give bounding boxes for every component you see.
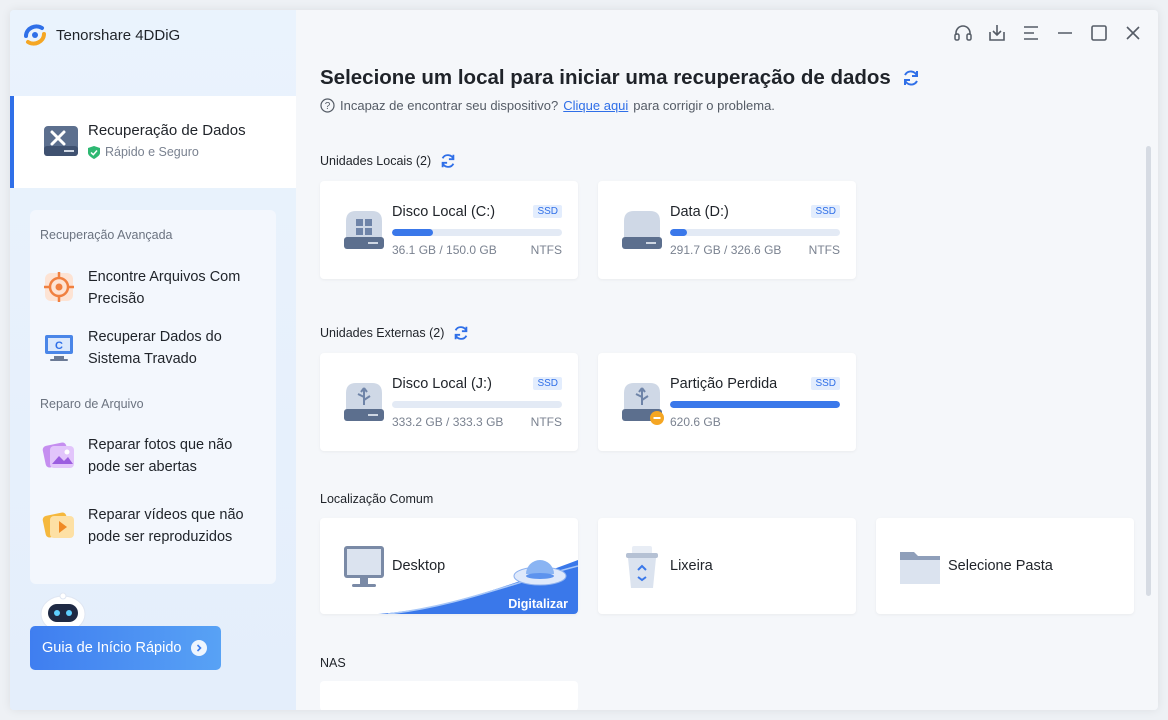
quick-start-guide-button[interactable]: Guia de Início Rápido	[30, 626, 221, 670]
drive-fs: NTFS	[530, 415, 562, 429]
drive-card-j[interactable]: Disco Local (J:) SSD 333.2 GB / 333.3 GB…	[320, 353, 578, 451]
repair-videos-label: Reparar vídeos que não pode ser reproduz…	[88, 507, 244, 545]
drive-size: 333.2 GB / 333.3 GB	[392, 415, 504, 429]
local-drives-title-text: Unidades Locais (2)	[320, 154, 432, 168]
folder-icon	[900, 552, 940, 584]
external-drives-title-text: Unidades Externas (2)	[320, 326, 445, 340]
refresh-local-icon[interactable]	[439, 152, 457, 170]
location-name: Lixeira	[670, 558, 713, 574]
sidebar-item-data-recovery[interactable]: Recuperação de Dados Rápido e Seguro	[10, 96, 296, 188]
advanced-section-title: Recuperação Avançada	[40, 228, 173, 242]
lost-partition-icon	[622, 383, 664, 425]
menu-icon[interactable]	[1020, 22, 1042, 44]
arrow-right-icon	[191, 640, 208, 656]
local-drives-title: Unidades Locais (2)	[320, 152, 457, 170]
ufo-scan-icon	[513, 560, 567, 586]
sidebar-item-repair-photos[interactable]: Reparar fotos que não pode ser abertas	[42, 430, 272, 480]
usage-bar	[392, 401, 562, 408]
maximize-icon[interactable]	[1088, 22, 1110, 44]
sidebar: Tenorshare 4DDiG Recuperação de Dados Rá…	[10, 10, 296, 710]
app-logo-icon	[24, 24, 46, 46]
nav-active-sub-text: Rápido e Seguro	[105, 145, 199, 159]
nav-active-label: Recuperação de Dados	[88, 122, 246, 139]
shield-check-icon	[88, 145, 100, 159]
windows-drive-icon	[344, 211, 384, 249]
ssd-badge: SSD	[533, 205, 562, 218]
drive-card-d[interactable]: Data (D:) SSD 291.7 GB / 326.6 GB NTFS	[598, 181, 856, 279]
recycle-bin-icon	[626, 546, 658, 588]
sidebar-item-crashed-system[interactable]: C Recuperar Dados do Sistema Travado	[42, 322, 272, 372]
drive-size: 36.1 GB / 150.0 GB	[392, 243, 497, 257]
page-title: Selecione um local para iniciar uma recu…	[320, 66, 921, 90]
ssd-badge: SSD	[533, 377, 562, 390]
refresh-external-icon[interactable]	[452, 324, 470, 342]
usb-drive-icon	[344, 383, 384, 421]
usage-bar	[670, 229, 840, 236]
support-headset-icon[interactable]	[952, 22, 974, 44]
help-prefix: Incapaz de encontrar seu dispositivo?	[340, 98, 559, 113]
drive-fs: NTFS	[530, 243, 562, 257]
drive-fs: NTFS	[808, 243, 840, 257]
question-icon: ?	[320, 98, 335, 113]
help-suffix: para corrigir o problema.	[633, 98, 775, 113]
recovery-tools-icon	[44, 126, 78, 156]
svg-text:?: ?	[325, 101, 331, 112]
page-title-text: Selecione um local para iniciar uma recu…	[320, 66, 891, 89]
drive-name: Disco Local (C:)	[392, 204, 496, 220]
external-drives-title: Unidades Externas (2)	[320, 324, 470, 342]
crashed-system-label: Recuperar Dados do Sistema Travado	[88, 329, 222, 367]
ssd-badge: SSD	[811, 205, 840, 218]
scan-label[interactable]: Digitalizar	[508, 597, 568, 611]
usage-bar-fill	[670, 401, 840, 408]
close-icon[interactable]	[1122, 22, 1144, 44]
usage-bar	[392, 229, 562, 236]
repair-section-title: Reparo de Arquivo	[40, 397, 144, 411]
nas-title-text: NAS	[320, 656, 346, 670]
sidebar-item-precise-search[interactable]: Encontre Arquivos Com Precisão	[42, 262, 272, 312]
app-title-text: Tenorshare 4DDiG	[56, 26, 181, 44]
svg-text:C: C	[55, 340, 63, 352]
refresh-icon[interactable]	[901, 68, 921, 88]
common-locations-title-text: Localização Comum	[320, 492, 434, 506]
repair-photos-label: Reparar fotos que não pode ser abertas	[88, 437, 233, 475]
drive-name: Data (D:)	[670, 204, 729, 220]
computer-icon: C	[45, 335, 73, 361]
common-locations-title: Localização Comum	[320, 492, 433, 506]
precise-search-label: Encontre Arquivos Com Precisão	[88, 269, 241, 307]
location-recycle-bin[interactable]: Lixeira	[598, 518, 856, 614]
drive-card-lost-partition[interactable]: Partição Perdida SSD 620.6 GB	[598, 353, 856, 451]
download-icon[interactable]	[986, 22, 1008, 44]
advanced-panel: Recuperação Avançada Encontre Arquivos C…	[30, 210, 276, 584]
location-name: Selecione Pasta	[948, 558, 1053, 574]
ssd-badge: SSD	[811, 377, 840, 390]
usage-bar-fill	[392, 229, 433, 236]
video-icon	[42, 512, 74, 538]
location-select-folder[interactable]: Selecione Pasta	[876, 518, 1134, 614]
drive-card-c[interactable]: Disco Local (C:) SSD 36.1 GB / 150.0 GB …	[320, 181, 578, 279]
target-icon	[44, 272, 74, 302]
nas-card[interactable]	[320, 681, 578, 710]
drive-size: 620.6 GB	[670, 415, 721, 429]
app-window: Tenorshare 4DDiG Recuperação de Dados Rá…	[10, 10, 1158, 710]
nav-active-sub: Rápido e Seguro	[88, 145, 199, 159]
usage-bar	[670, 401, 840, 408]
sidebar-item-repair-videos[interactable]: Reparar vídeos que não pode ser reproduz…	[42, 500, 272, 550]
help-line: ? Incapaz de encontrar seu dispositivo? …	[320, 98, 775, 113]
photo-icon	[42, 442, 74, 468]
minimize-icon[interactable]	[1054, 22, 1076, 44]
scrollbar[interactable]	[1146, 146, 1151, 596]
drive-name: Partição Perdida	[670, 376, 778, 392]
hard-drive-icon	[622, 211, 662, 249]
guide-button-label: Guia de Início Rápido	[42, 640, 182, 656]
nas-title: NAS	[320, 656, 346, 670]
location-desktop[interactable]: Desktop Digitalizar	[320, 518, 578, 614]
help-link[interactable]: Clique aqui	[563, 98, 628, 113]
app-title: Tenorshare 4DDiG	[22, 22, 180, 48]
drive-name: Disco Local (J:)	[392, 376, 492, 392]
main-content: Selecione um local para iniciar uma recu…	[296, 10, 1158, 710]
usage-bar-fill	[670, 229, 687, 236]
drive-size: 291.7 GB / 326.6 GB	[670, 243, 782, 257]
